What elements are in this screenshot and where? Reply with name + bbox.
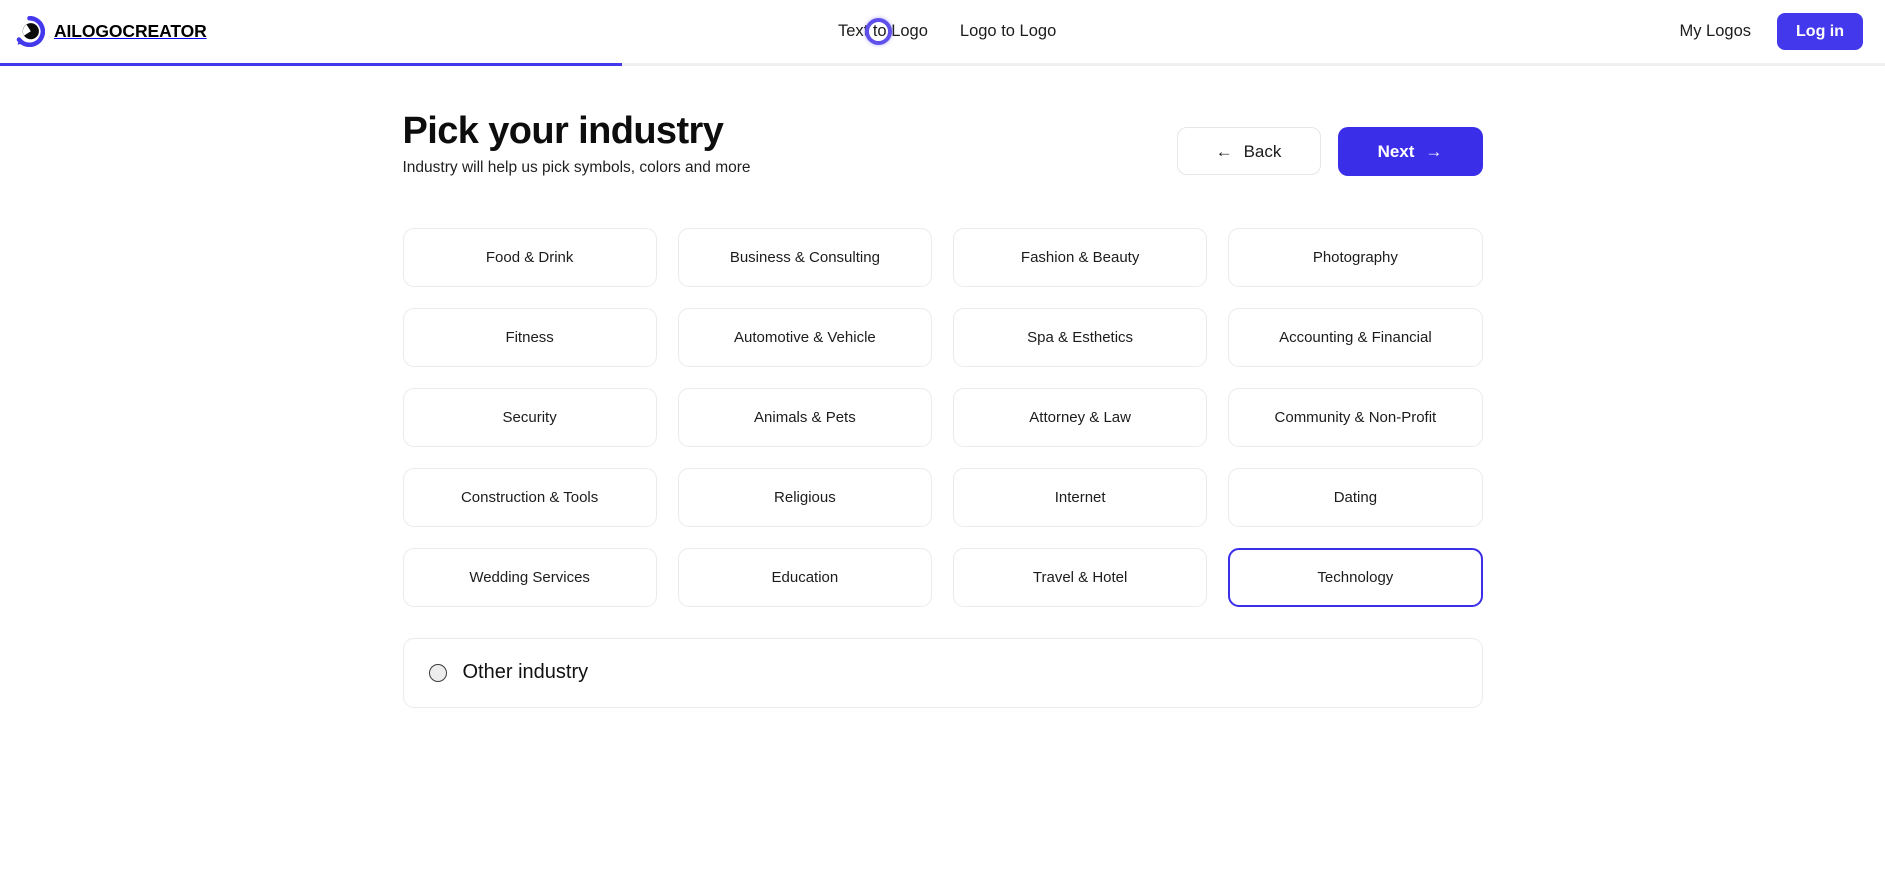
page-subtitle: Industry will help us pick symbols, colo… [402,158,751,176]
industry-card-label: Attorney & Law [1029,408,1131,426]
page-title: Pick your industry [402,110,724,152]
industry-card[interactable]: Attorney & Law [953,387,1208,447]
industry-card-label: Construction & Tools [460,488,599,506]
industry-card-label: Photography [1312,248,1398,266]
industry-card-label: Animals & Pets [754,408,856,426]
industry-card-label: Business & Consulting [729,248,880,266]
swirl-circle-logo-icon [14,15,46,47]
industry-card-label: Internet [1054,488,1106,506]
nav-item-logo-to-logo[interactable]: Logo to Logo [958,18,1058,45]
page-title-block: Pick your industry Industry will help us… [403,110,751,180]
industry-card-label: Technology [1317,568,1394,586]
industry-card[interactable]: Education [677,547,932,607]
industry-card[interactable]: Automotive & Vehicle [677,307,932,367]
industry-card[interactable]: Animals & Pets [677,387,932,447]
industry-card[interactable]: Religious [677,467,932,527]
other-industry-option[interactable]: Other industry [402,637,1483,708]
industry-card-label: Automotive & Vehicle [734,328,876,346]
page-header-row: Pick your industry Industry will help us… [403,110,1483,180]
top-header: AILOGOCREATOR Text to Logo Logo to Logo … [0,0,1885,63]
arrow-right-icon: → [1425,141,1443,161]
industry-card-label: Community & Non-Profit [1274,408,1437,426]
industry-card[interactable]: Construction & Tools [402,467,657,527]
industry-card-label: Spa & Esthetics [1027,328,1134,346]
wizard-actions: ← Back Next → [1176,126,1483,180]
brand-logo-link[interactable]: AILOGOCREATOR [14,13,207,49]
industry-card-label: Security [502,408,557,426]
industry-card[interactable]: Security [402,387,657,447]
industry-card[interactable]: Technology [1228,547,1483,607]
other-industry-label: Other industry [462,661,589,684]
page-body: Pick your industry Industry will help us… [0,17,1885,708]
industry-card[interactable]: Travel & Hotel [953,547,1208,607]
industry-card[interactable]: Dating [1228,467,1483,527]
industry-card-label: Fashion & Beauty [1020,248,1140,266]
progress-bar [0,63,1885,66]
industry-card[interactable]: Community & Non-Profit [1228,387,1483,447]
brand-name: AILOGOCREATOR [54,20,207,41]
industry-card[interactable]: Food & Drink [402,227,657,287]
industry-card[interactable]: Photography [1228,227,1483,287]
industry-card[interactable]: Wedding Services [402,547,657,607]
back-button[interactable]: ← Back [1176,127,1321,176]
industry-card-label: Wedding Services [469,568,590,586]
industry-card[interactable]: Spa & Esthetics [953,307,1208,367]
industry-card-label: Travel & Hotel [1032,568,1128,586]
industry-card-label: Fitness [505,328,554,346]
my-logos-link[interactable]: My Logos [1679,22,1751,41]
industry-card[interactable]: Accounting & Financial [1228,307,1483,367]
industry-card-label: Education [771,568,839,586]
industry-card[interactable]: Fashion & Beauty [953,227,1208,287]
arrow-left-icon: ← [1215,141,1233,161]
industry-card[interactable]: Business & Consulting [677,227,932,287]
industry-card-label: Food & Drink [485,248,574,266]
login-button[interactable]: Log in [1777,12,1863,51]
industry-card[interactable]: Fitness [402,307,657,367]
industry-card[interactable]: Internet [953,467,1208,527]
back-button-label: Back [1243,141,1282,161]
industry-grid: Food & Drink Business & Consulting Fashion… [402,227,1483,607]
industry-card-label: Religious [774,488,836,506]
industry-card-label: Dating [1333,488,1378,506]
radio-button-icon[interactable] [428,663,447,682]
next-button-label: Next [1377,141,1415,161]
content-container: Pick your industry Industry will help us… [402,17,1483,708]
industry-card-label: Accounting & Financial [1279,328,1432,346]
primary-nav: Text to Logo Logo to Logo [836,0,1058,63]
progress-bar-fill [0,63,623,66]
next-button[interactable]: Next → [1337,126,1483,176]
nav-item-text-to-logo[interactable]: Text to Logo [836,18,930,45]
header-right-actions: My Logos Log in [1679,0,1863,63]
